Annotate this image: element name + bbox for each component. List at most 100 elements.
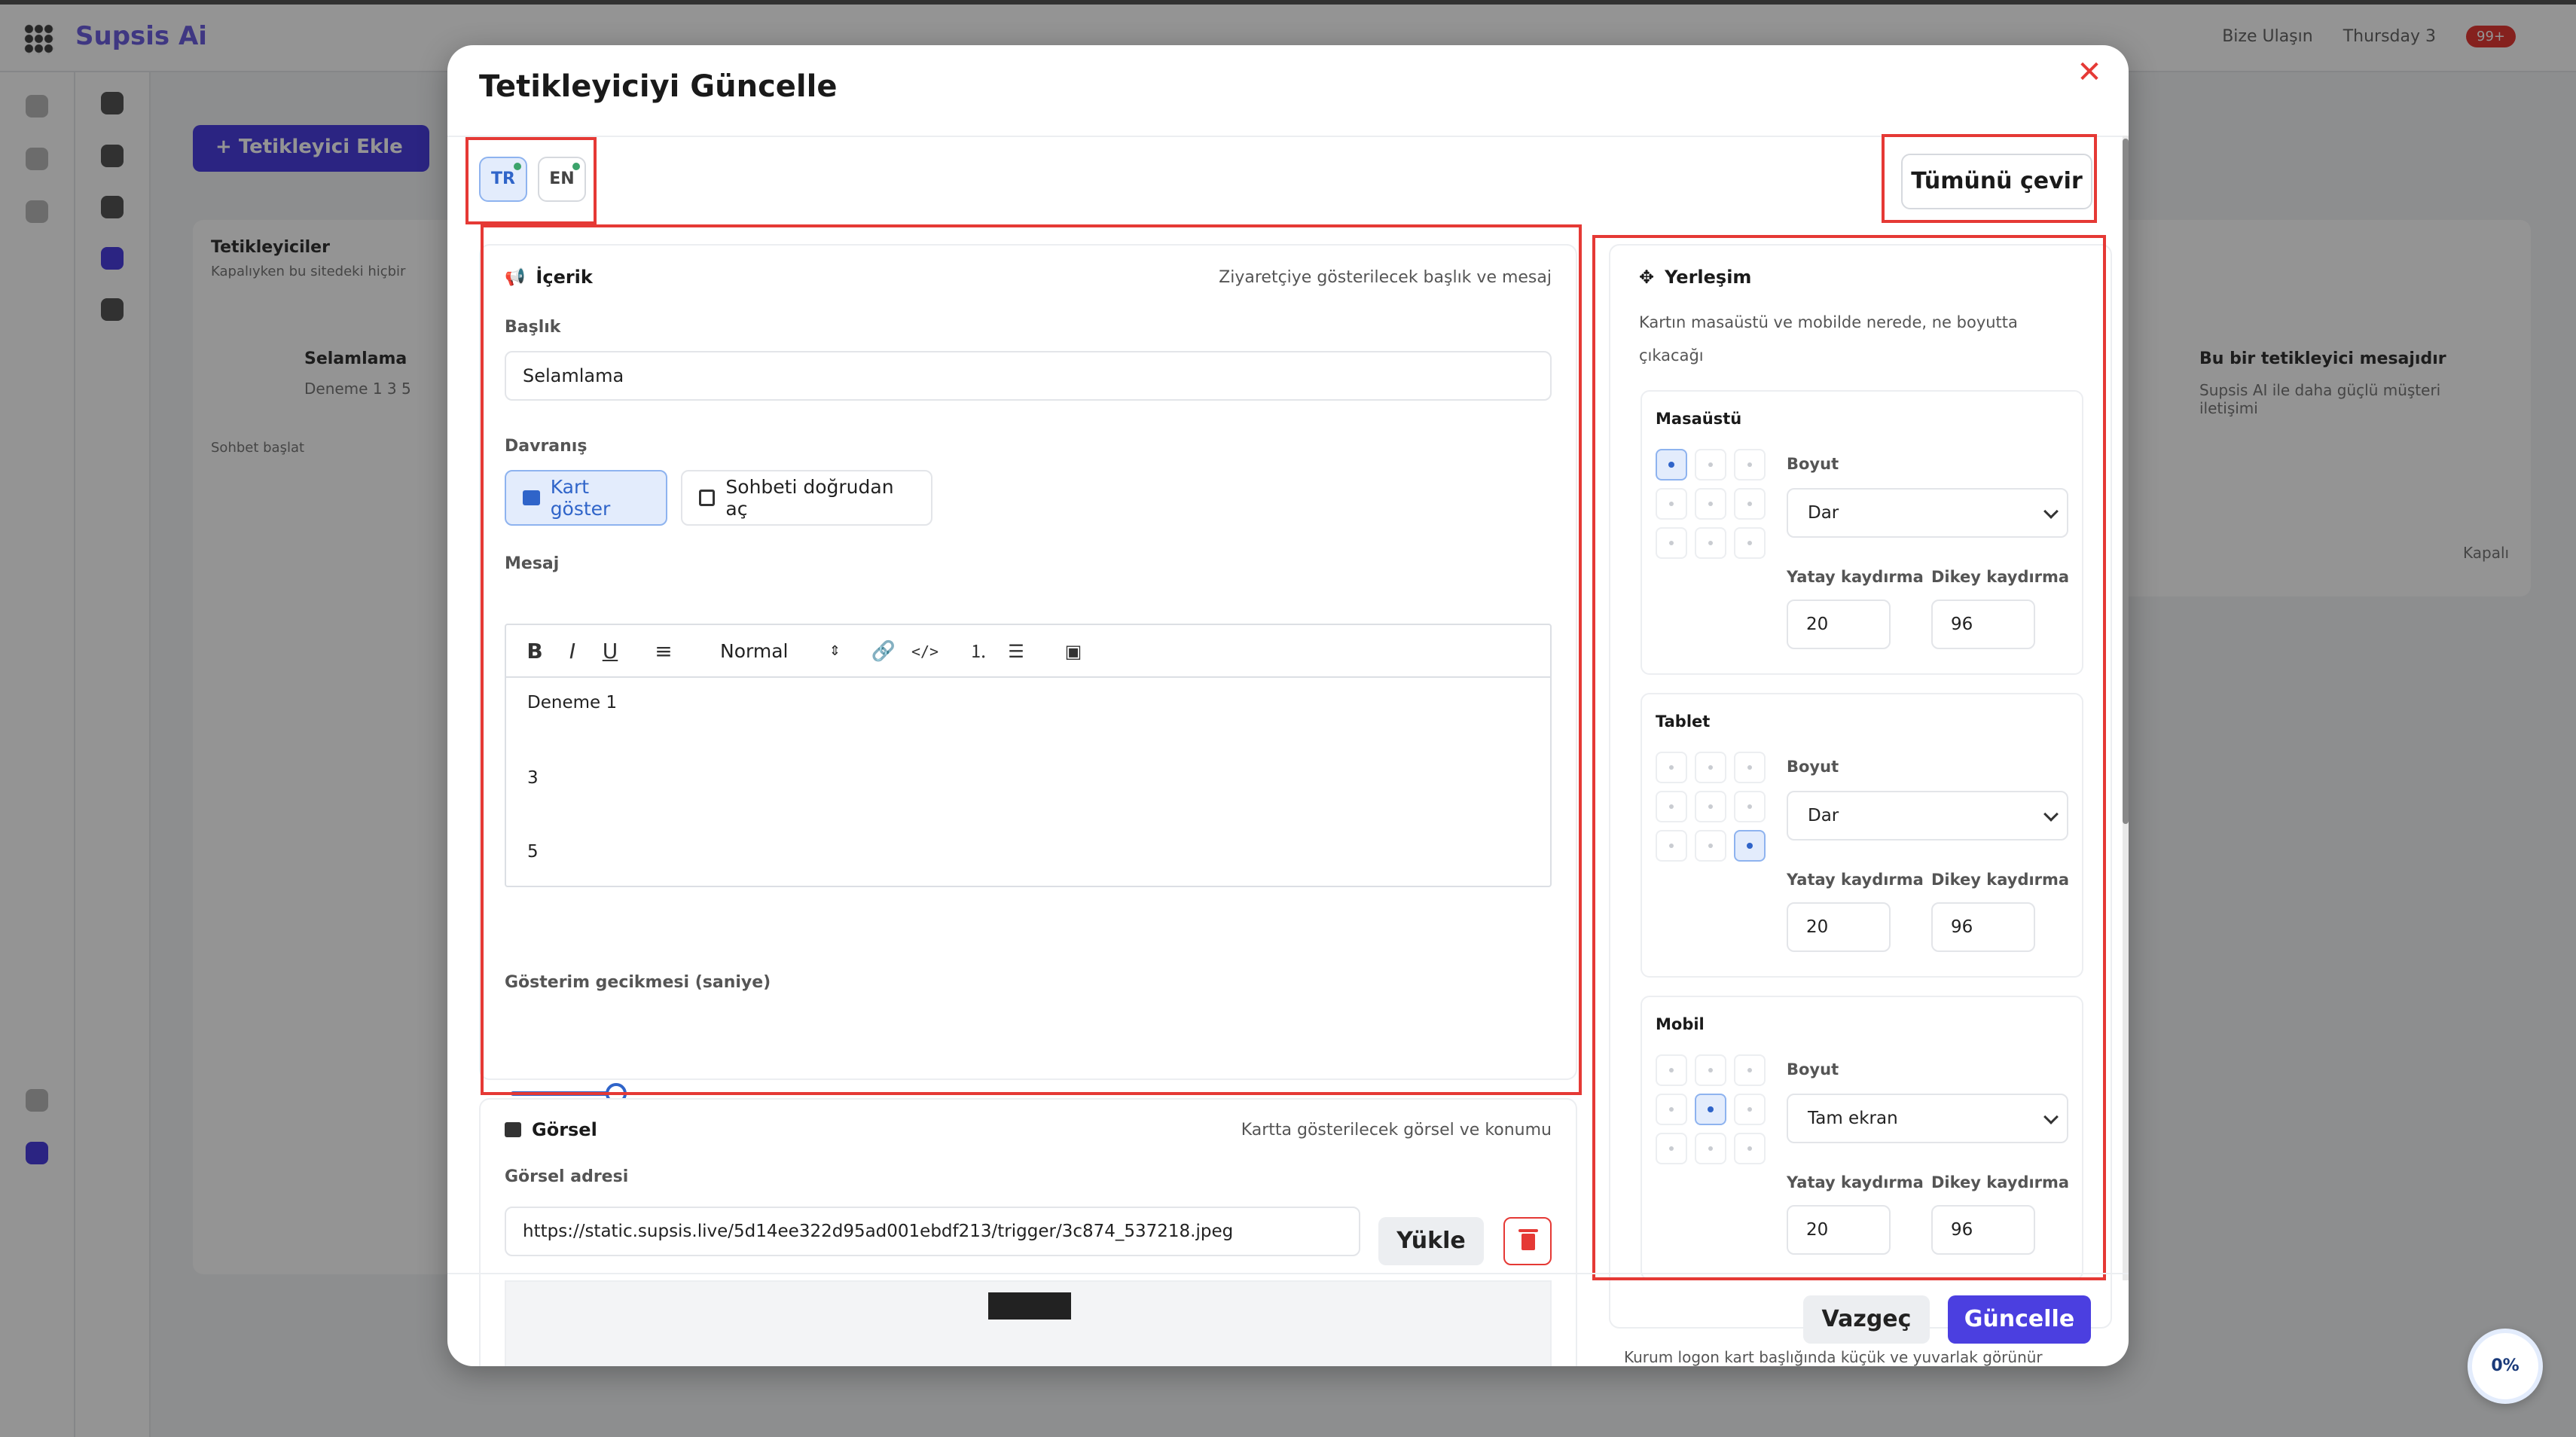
position-cell[interactable] — [1734, 791, 1766, 822]
position-grid — [1656, 1054, 1767, 1166]
device-label: Masaüstü — [1656, 410, 1742, 428]
position-cell[interactable] — [1695, 527, 1726, 559]
position-cell[interactable] — [1656, 527, 1687, 559]
italic-icon[interactable]: I — [562, 639, 583, 664]
position-cell[interactable] — [1656, 1054, 1687, 1086]
image-icon — [505, 1122, 521, 1137]
behavior-label: Davranış — [505, 437, 588, 456]
open-chat-button[interactable]: Sohbeti doğrudan aç — [681, 470, 932, 526]
layout-heading-text: Yerleşim — [1665, 267, 1752, 288]
chat-bubble-icon — [523, 490, 540, 505]
translate-all-button[interactable]: Tümünü çevir — [1901, 154, 2092, 209]
device-card-desktop: Masaüstü Boyut Dar Yatay kaydırma Dikey kayd… — [1641, 390, 2083, 675]
layout-subtitle-1: Kartın masaüstü ve mobilde nerede, ne bo… — [1639, 313, 2018, 331]
code-icon[interactable]: </> — [910, 639, 940, 664]
align-icon[interactable]: ≡ — [651, 639, 676, 664]
bold-icon[interactable]: B — [524, 639, 545, 664]
lang-tab-tr[interactable]: TR — [479, 157, 527, 202]
format-select-value: Normal — [720, 640, 789, 662]
link-icon[interactable]: 🔗 — [871, 639, 896, 664]
show-card-button[interactable]: Kart göster — [505, 470, 667, 526]
chevron-down-icon — [2043, 1109, 2059, 1124]
device-card-mobile: Mobil Boyut Tam ekran Yatay kaydırma Dikey k… — [1641, 996, 2083, 1280]
h-offset-label: Yatay kaydırma — [1787, 871, 1924, 889]
h-offset-label: Yatay kaydırma — [1787, 568, 1924, 586]
delay-label: Gösterim gecikmesi (saniye) — [505, 973, 771, 992]
position-cell[interactable] — [1734, 1133, 1766, 1164]
position-cell[interactable] — [1695, 1054, 1726, 1086]
editor-toolbar: B I U ≡ Normal ⇕ 🔗 </> ⒈ ☰ ▣ — [506, 625, 1550, 678]
message-line: 3 — [527, 768, 539, 788]
update-button[interactable]: Güncelle — [1948, 1295, 2091, 1344]
position-cell[interactable] — [1656, 830, 1687, 862]
move-icon: ✥ — [1639, 267, 1655, 288]
position-cell[interactable] — [1734, 752, 1766, 783]
size-select[interactable]: Dar — [1787, 488, 2068, 538]
position-cell[interactable] — [1656, 488, 1687, 520]
position-grid — [1656, 752, 1767, 863]
image-icon[interactable]: ▣ — [1061, 639, 1086, 664]
position-cell[interactable] — [1734, 449, 1766, 481]
device-card-tablet: Tablet Boyut Dar Yatay kaydırma Dikey kaydır… — [1641, 693, 2083, 978]
message-line: Deneme 1 — [527, 693, 618, 712]
delay-slider-track[interactable] — [511, 1092, 1541, 1095]
message-line: 5 — [527, 842, 539, 862]
image-preview — [505, 1280, 1552, 1366]
bullet-list-icon[interactable]: ☰ — [1003, 639, 1029, 664]
size-select[interactable]: Dar — [1787, 791, 2068, 841]
h-offset-label: Yatay kaydırma — [1787, 1173, 1924, 1191]
position-cell[interactable] — [1734, 527, 1766, 559]
position-cell[interactable] — [1695, 791, 1726, 822]
v-offset-label: Dikey kaydırma — [1931, 1173, 2070, 1191]
progress-badge[interactable]: 0% — [2468, 1329, 2543, 1404]
position-cell[interactable] — [1695, 752, 1726, 783]
ordered-list-icon[interactable]: ⒈ — [966, 639, 991, 664]
position-cell[interactable] — [1734, 830, 1766, 862]
v-offset-input[interactable]: 96 — [1931, 1205, 2035, 1255]
size-select-value: Tam ekran — [1808, 1109, 1898, 1128]
h-offset-input[interactable]: 20 — [1787, 600, 1891, 649]
content-heading: 📢 İçerik — [505, 267, 593, 288]
position-cell[interactable] — [1695, 1133, 1726, 1164]
message-editor[interactable]: B I U ≡ Normal ⇕ 🔗 </> ⒈ ☰ ▣ Deneme 1 3 … — [505, 624, 1552, 887]
upload-button[interactable]: Yükle — [1378, 1217, 1484, 1265]
v-offset-input[interactable]: 96 — [1931, 600, 2035, 649]
cancel-button[interactable]: Vazgeç — [1803, 1295, 1930, 1344]
h-offset-input[interactable]: 20 — [1787, 1205, 1891, 1255]
message-label: Mesaj — [505, 554, 560, 573]
position-cell[interactable] — [1695, 449, 1726, 481]
position-cell[interactable] — [1656, 449, 1687, 481]
size-label: Boyut — [1787, 758, 1839, 776]
footer-divider — [447, 1273, 2129, 1274]
layout-panel: ✥ Yerleşim Kartın masaüstü ve mobilde ne… — [1609, 244, 2112, 1329]
device-label: Mobil — [1656, 1015, 1705, 1033]
position-cell[interactable] — [1695, 1094, 1726, 1125]
size-select[interactable]: Tam ekran — [1787, 1094, 2068, 1143]
position-cell[interactable] — [1656, 1133, 1687, 1164]
image-url-label: Görsel adresi — [505, 1167, 629, 1186]
close-icon[interactable]: ✕ — [2071, 54, 2107, 90]
position-cell[interactable] — [1734, 1054, 1766, 1086]
scrollbar-thumb[interactable] — [2123, 139, 2129, 824]
modal-title: Tetikleyiciyi Güncelle — [479, 69, 838, 104]
status-dot-icon — [572, 163, 580, 170]
title-input[interactable]: Selamlama — [505, 351, 1552, 401]
trash-icon — [1518, 1229, 1538, 1250]
position-cell[interactable] — [1734, 488, 1766, 520]
lang-tab-en[interactable]: EN — [538, 157, 586, 202]
size-label: Boyut — [1787, 455, 1839, 473]
position-cell[interactable] — [1734, 1094, 1766, 1125]
h-offset-input[interactable]: 20 — [1787, 902, 1891, 952]
delete-image-button[interactable] — [1503, 1217, 1552, 1265]
position-cell[interactable] — [1656, 791, 1687, 822]
position-cell[interactable] — [1695, 488, 1726, 520]
content-subtitle: Ziyaretçiye gösterilecek başlık ve mesaj — [1219, 268, 1552, 287]
position-cell[interactable] — [1656, 1094, 1687, 1125]
underline-icon[interactable]: U — [600, 639, 621, 664]
v-offset-input[interactable]: 96 — [1931, 902, 2035, 952]
format-select[interactable]: Normal ⇕ — [720, 639, 841, 664]
image-heading: Görsel — [505, 1119, 597, 1140]
position-cell[interactable] — [1656, 752, 1687, 783]
position-cell[interactable] — [1695, 830, 1726, 862]
image-url-input[interactable]: https://static.supsis.live/5d14ee322d95a… — [505, 1207, 1360, 1256]
